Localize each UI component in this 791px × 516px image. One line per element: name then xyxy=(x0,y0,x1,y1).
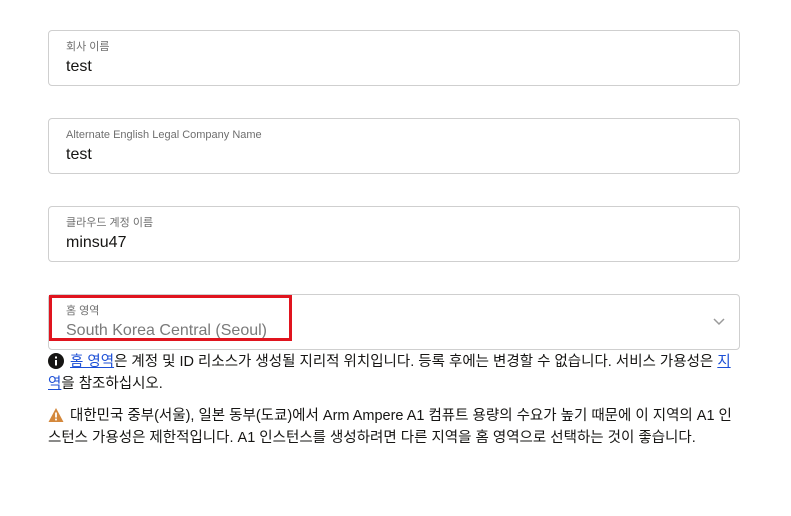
alt-english-name-value[interactable]: test xyxy=(66,145,92,165)
cloud-account-name-label: 클라우드 계정 이름 xyxy=(66,217,154,229)
home-region-label: 홈 영역 xyxy=(66,305,100,317)
info-note: 홈 영역은 계정 및 ID 리소스가 생성될 지리적 위치입니다. 등록 후에는… xyxy=(48,351,738,395)
info-icon xyxy=(48,353,64,369)
home-region-value: South Korea Central (Seoul) xyxy=(66,322,267,339)
alt-english-name-field[interactable]: Alternate English Legal Company Name tes… xyxy=(48,118,740,174)
alt-english-name-label: Alternate English Legal Company Name xyxy=(66,129,262,141)
info-note-text-2: 을 참조하십시오. xyxy=(61,376,163,392)
company-name-value[interactable]: test xyxy=(66,57,92,77)
company-name-field[interactable]: 회사 이름 test xyxy=(48,30,740,86)
cloud-account-name-value[interactable]: minsu47 xyxy=(66,233,126,253)
home-region-select[interactable]: 홈 영역 South Korea Central (Seoul) xyxy=(48,294,740,350)
warning-icon xyxy=(48,408,64,422)
cloud-account-name-field[interactable]: 클라우드 계정 이름 minsu47 xyxy=(48,206,740,262)
warning-note: 대한민국 중부(서울), 일본 동부(도쿄)에서 Arm Ampere A1 컴… xyxy=(48,405,738,449)
home-region-link[interactable]: 홈 영역 xyxy=(70,354,114,370)
warning-note-text: 대한민국 중부(서울), 일본 동부(도쿄)에서 Arm Ampere A1 컴… xyxy=(48,408,732,446)
company-name-label: 회사 이름 xyxy=(66,41,110,53)
chevron-down-icon[interactable] xyxy=(711,313,727,329)
info-note-text-1: 은 계정 및 ID 리소스가 생성될 지리적 위치입니다. 등록 후에는 변경할… xyxy=(114,354,718,370)
